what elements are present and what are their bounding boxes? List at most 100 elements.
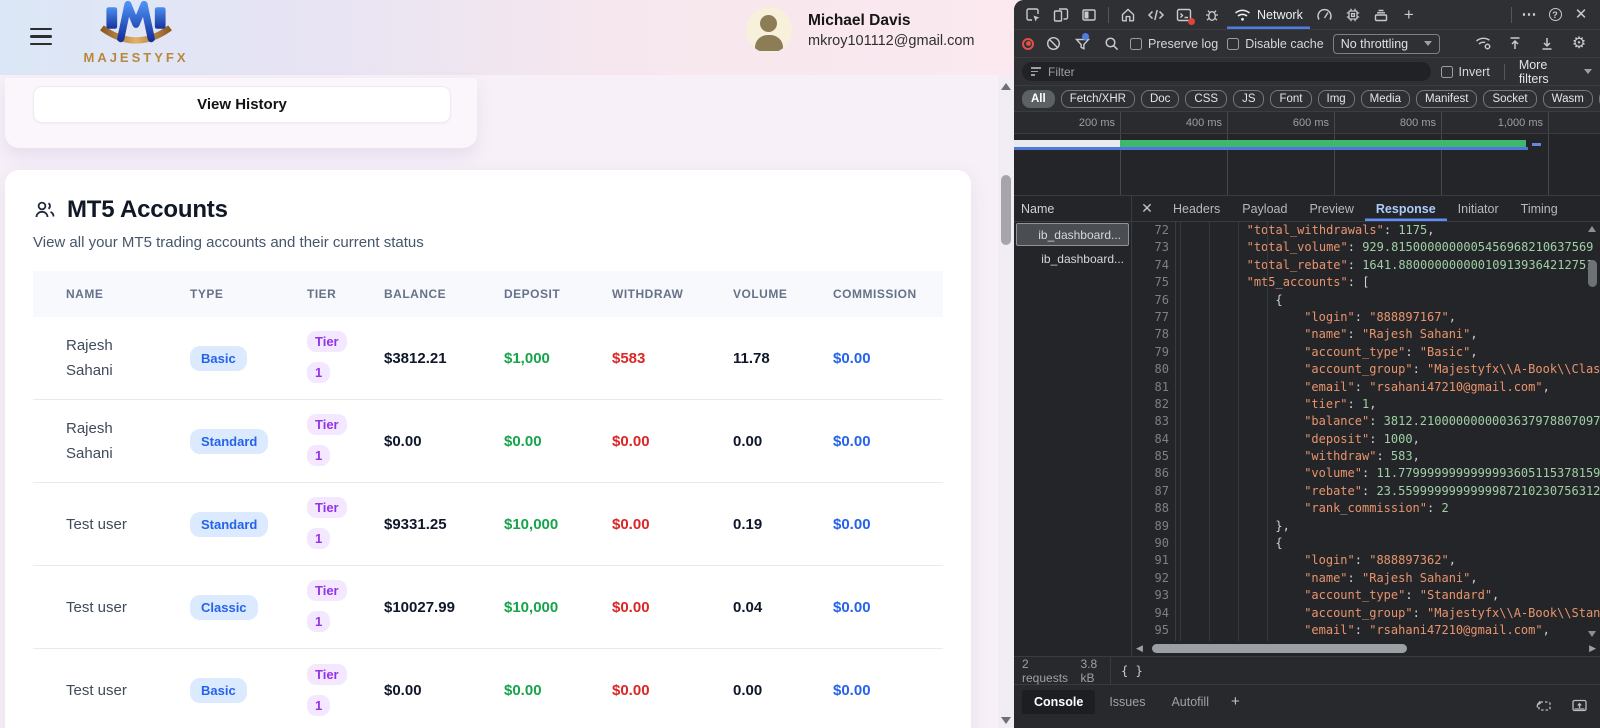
horizontal-scroll-track[interactable]: [1146, 644, 1586, 654]
format-json-button[interactable]: { }: [1121, 664, 1143, 678]
view-history-button[interactable]: View History: [33, 86, 451, 123]
timeline-overview[interactable]: [1014, 134, 1600, 196]
tab-network[interactable]: Network: [1227, 0, 1310, 29]
cell-withdraw: $0.00: [579, 682, 700, 699]
drawer-tab-autofill[interactable]: Autofill: [1159, 690, 1221, 714]
scroll-down-arrow-icon[interactable]: [1588, 631, 1596, 637]
cell-name: Test user: [33, 678, 157, 703]
tab-initiator[interactable]: Initiator: [1447, 196, 1510, 221]
invert-checkbox[interactable]: [1441, 66, 1453, 78]
clear-icon[interactable]: [1043, 32, 1063, 56]
tab-payload[interactable]: Payload: [1231, 196, 1298, 221]
throttling-select[interactable]: No throttling: [1333, 34, 1440, 54]
line-number: 74: [1132, 257, 1176, 274]
hamburger-menu-icon[interactable]: [30, 28, 52, 50]
drawer-tab-console[interactable]: Console: [1022, 690, 1095, 714]
drawer-tab-issues[interactable]: Issues: [1097, 690, 1157, 714]
panel-up-icon[interactable]: [1566, 693, 1592, 717]
cell-name: Rajesh Sahani: [33, 416, 157, 466]
cell-balance: $9331.25: [351, 516, 471, 533]
elements-code-icon[interactable]: [1143, 3, 1169, 27]
disable-cache-checkbox[interactable]: [1227, 38, 1239, 50]
network-settings-gear-icon[interactable]: ⚙: [1566, 32, 1592, 56]
disable-cache-toggle[interactable]: Disable cache: [1227, 37, 1324, 51]
request-row[interactable]: ib_dashboard...: [1014, 247, 1131, 270]
response-vertical-scrollbar[interactable]: [1587, 224, 1599, 639]
close-devtools-icon[interactable]: ✕: [1568, 3, 1594, 27]
tab-preview[interactable]: Preview: [1298, 196, 1364, 221]
filter-pill-css[interactable]: CSS: [1185, 90, 1227, 108]
line-number: 88: [1132, 500, 1176, 517]
column-header-deposit: DEPOSIT: [471, 287, 579, 301]
cell-withdraw: $583: [579, 350, 700, 367]
wifi-icon: [1234, 8, 1251, 22]
more-filters-button[interactable]: More filters: [1519, 58, 1592, 86]
add-drawer-tab-icon[interactable]: +: [1223, 690, 1248, 713]
line-number: 91: [1132, 552, 1176, 569]
preserve-log-checkbox[interactable]: [1130, 38, 1142, 50]
filter-pill-socket[interactable]: Socket: [1483, 90, 1536, 108]
performance-icon[interactable]: [1312, 3, 1338, 27]
avatar[interactable]: [746, 7, 792, 53]
preserve-log-toggle[interactable]: Preserve log: [1130, 37, 1218, 51]
tab-timing[interactable]: Timing: [1510, 196, 1569, 221]
user-menu[interactable]: Michael Davis mkroy101112@gmail.com: [746, 7, 975, 53]
code-text: "withdraw": 583,: [1176, 448, 1600, 465]
tab-headers[interactable]: Headers: [1162, 196, 1231, 221]
token-p: ,: [1470, 327, 1477, 341]
scroll-right-arrow-icon[interactable]: ▶: [1589, 643, 1596, 654]
filter-pill-wasm[interactable]: Wasm: [1543, 90, 1593, 108]
filter-input[interactable]: Filter: [1022, 62, 1431, 81]
search-icon[interactable]: [1101, 32, 1121, 56]
token-p: :: [1355, 310, 1369, 324]
recorder-icon[interactable]: [1530, 693, 1556, 717]
table-row: Test userClassicTier 1$10027.99$10,000$0…: [33, 566, 943, 649]
network-conditions-icon[interactable]: [1470, 32, 1496, 56]
application-icon[interactable]: [1368, 3, 1394, 27]
response-horizontal-scrollbar[interactable]: ◀ ▶: [1132, 641, 1600, 656]
filter-pill-media[interactable]: Media: [1361, 90, 1410, 108]
response-scrollbar-thumb[interactable]: [1588, 260, 1597, 287]
mt5-table-body: Rajesh SahaniBasicTier 1$3812.21$1,000$5…: [33, 317, 943, 728]
filter-funnel-icon: [1031, 65, 1041, 78]
cell-type: Standard: [157, 429, 274, 454]
record-button[interactable]: [1022, 38, 1034, 50]
token-p: ,: [1543, 380, 1550, 394]
token-p: ,: [1427, 223, 1434, 237]
tab-response[interactable]: Response: [1365, 196, 1447, 221]
invert-toggle[interactable]: Invert: [1441, 65, 1490, 79]
dock-side-icon[interactable]: [1076, 3, 1102, 27]
scroll-down-arrow-icon[interactable]: [1001, 717, 1011, 724]
import-har-icon[interactable]: [1502, 32, 1528, 56]
filter-pill-img[interactable]: Img: [1318, 90, 1355, 108]
scroll-up-arrow-icon[interactable]: [1588, 226, 1596, 232]
filter-pill-manifest[interactable]: Manifest: [1416, 90, 1477, 108]
code-text: "total_withdrawals": 1175,: [1176, 222, 1600, 239]
request-row[interactable]: ib_dashboard...: [1016, 223, 1129, 246]
code-line: 79"account_type": "Basic",: [1132, 344, 1600, 361]
home-icon[interactable]: [1115, 3, 1141, 27]
device-toolbar-icon[interactable]: [1048, 3, 1074, 27]
line-number: 85: [1132, 448, 1176, 465]
filter-pill-all[interactable]: All: [1022, 90, 1055, 108]
request-name-header[interactable]: Name: [1014, 196, 1131, 222]
scroll-left-arrow-icon[interactable]: ◀: [1136, 643, 1143, 654]
help-icon[interactable]: ?: [1542, 3, 1568, 27]
filter-pill-fetchxhr[interactable]: Fetch/XHR: [1061, 90, 1135, 108]
filter-pill-doc[interactable]: Doc: [1141, 90, 1179, 108]
inspect-icon[interactable]: [1020, 3, 1046, 27]
filter-pill-font[interactable]: Font: [1270, 90, 1311, 108]
add-panel-icon[interactable]: +: [1396, 3, 1422, 27]
close-detail-icon[interactable]: ✕: [1132, 200, 1162, 217]
network-filter-icon[interactable]: [1072, 32, 1092, 56]
scroll-up-arrow-icon[interactable]: [1001, 83, 1011, 90]
export-har-icon[interactable]: [1534, 32, 1560, 56]
page-scrollbar[interactable]: [998, 75, 1014, 728]
bug-icon[interactable]: [1199, 3, 1225, 27]
filter-pill-js[interactable]: JS: [1233, 90, 1264, 108]
more-options-icon[interactable]: ⋯: [1516, 3, 1542, 27]
memory-icon[interactable]: [1340, 3, 1366, 27]
horizontal-scroll-thumb[interactable]: [1152, 644, 1407, 653]
console-icon[interactable]: [1171, 3, 1197, 27]
page-scrollbar-thumb[interactable]: [1001, 175, 1011, 245]
